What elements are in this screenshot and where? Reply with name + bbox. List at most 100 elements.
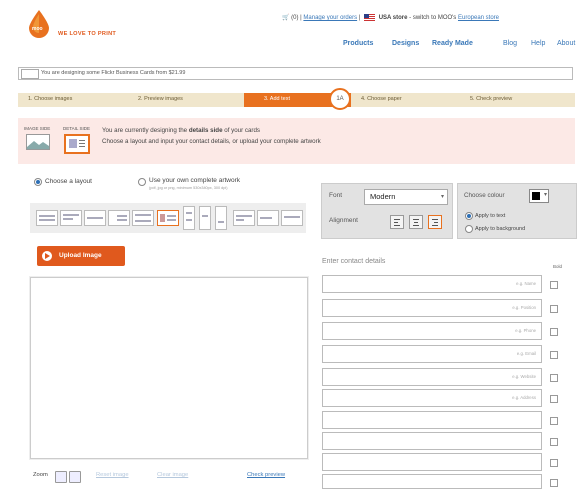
dropdown-arrow-icon: ▾ — [440, 194, 444, 200]
phone-field[interactable]: e.g. Phone — [322, 322, 542, 340]
layout-option-11[interactable] — [257, 210, 279, 226]
layout-option-5[interactable] — [132, 210, 154, 226]
card-preview-area[interactable] — [30, 277, 308, 459]
bold-checkbox[interactable] — [550, 479, 558, 487]
step-badge: 1A — [329, 88, 351, 110]
layout-option-3[interactable] — [84, 210, 106, 226]
step-preview-images[interactable]: 2. Preview images — [138, 96, 183, 102]
usa-flag-icon — [364, 14, 376, 21]
own-artwork-radio[interactable] — [138, 178, 146, 186]
bold-checkbox[interactable] — [550, 328, 558, 336]
bold-checkbox[interactable] — [550, 281, 558, 289]
tagline: WE LOVE TO PRINT — [58, 31, 117, 37]
own-artwork-label[interactable]: Use your own complete artwork — [149, 177, 240, 184]
extra-field-3[interactable] — [322, 453, 542, 471]
switch-text: - switch to MOO's — [409, 15, 457, 22]
separator: | — [358, 15, 361, 22]
extra-field-2[interactable] — [322, 432, 542, 450]
apply-to-text-label[interactable]: Apply to text — [475, 213, 505, 219]
nav-help[interactable]: Help — [531, 40, 545, 47]
european-store-link[interactable]: European store — [458, 15, 499, 21]
check-preview-link[interactable]: Check preview — [247, 472, 285, 478]
nav-ready-made[interactable]: Ready Made — [432, 40, 473, 47]
image-side-thumbnail[interactable] — [26, 134, 50, 150]
step-choose-images[interactable]: 1. Choose images — [28, 96, 72, 102]
contact-details-title: Enter contact details — [322, 258, 386, 265]
image-side-label: IMAGE SIDE — [24, 126, 51, 131]
bold-checkbox[interactable] — [550, 459, 558, 467]
progress-steps: 1. Choose images 2. Preview images 3. Ad… — [18, 93, 575, 107]
separator: | — [300, 15, 302, 22]
apply-to-text-radio[interactable] — [465, 212, 473, 220]
position-field[interactable]: e.g. Position — [322, 299, 542, 317]
layout-option-9[interactable] — [215, 206, 227, 230]
extra-field-1[interactable] — [322, 411, 542, 429]
layout-option-4[interactable] — [108, 210, 130, 226]
bold-checkbox[interactable] — [550, 374, 558, 382]
bold-checkbox[interactable] — [550, 395, 558, 403]
layout-option-7[interactable] — [183, 206, 195, 230]
extra-field-4[interactable] — [322, 474, 542, 489]
name-field[interactable]: e.g. Name — [322, 275, 542, 293]
upload-image-button[interactable]: Upload Image — [37, 246, 125, 266]
phone-field-placeholder: e.g. Phone — [515, 328, 536, 333]
position-field-placeholder: e.g. Position — [512, 305, 536, 310]
zoom-in-icon[interactable] — [55, 471, 67, 483]
bold-checkbox[interactable] — [550, 351, 558, 359]
colour-swatch — [532, 192, 540, 200]
layout-option-6-selected[interactable] — [157, 210, 179, 226]
design-side-info: IMAGE SIDE DETAIL SIDE You are currently… — [18, 118, 575, 164]
reset-image-link[interactable]: Reset image — [96, 472, 129, 478]
step-choose-paper: 4. Choose paper — [361, 96, 402, 102]
nav-blog[interactable]: Blog — [503, 40, 517, 47]
colour-settings-panel: Choose colour ▾ Apply to text Apply to b… — [457, 183, 577, 239]
bold-checkbox[interactable] — [550, 417, 558, 425]
step-add-text-label: 3. Add text — [264, 96, 290, 102]
cart-count[interactable]: (0) — [291, 15, 298, 21]
layout-option-8[interactable] — [199, 206, 211, 230]
bold-checkbox[interactable] — [550, 438, 558, 446]
website-field-placeholder: e.g. Website — [512, 374, 536, 379]
clear-image-link[interactable]: Clear image — [157, 472, 188, 478]
website-field[interactable]: e.g. Website — [322, 368, 542, 386]
colour-swatch-picker[interactable]: ▾ — [529, 189, 549, 203]
landscape-icon — [27, 141, 49, 149]
apply-to-background-radio[interactable] — [465, 225, 473, 233]
own-artwork-requirements: (pdf, jpg or png, minimum 530x340px, 300… — [149, 186, 228, 190]
address-field[interactable]: e.g. Address — [322, 389, 542, 407]
layout-option-1[interactable] — [36, 210, 58, 226]
align-left-icon[interactable] — [390, 215, 404, 229]
bold-checkbox[interactable] — [550, 305, 558, 313]
store-label: USA store — [378, 15, 408, 22]
product-thumbnail — [21, 69, 39, 79]
address-field-placeholder: e.g. Address — [512, 395, 536, 400]
font-select[interactable]: Modern ▾ — [364, 189, 448, 205]
zoom-label: Zoom — [33, 472, 48, 478]
info-line-1-c: of your cards — [224, 127, 261, 134]
layout-option-10[interactable] — [233, 210, 255, 226]
align-right-icon[interactable] — [428, 215, 442, 229]
email-field-placeholder: e.g. Email — [516, 351, 536, 356]
layout-option-12[interactable] — [281, 210, 303, 226]
align-center-icon[interactable] — [409, 215, 423, 229]
layout-option-2[interactable] — [60, 210, 82, 226]
email-field[interactable]: e.g. Email — [322, 345, 542, 363]
manage-orders-link[interactable]: Manage your orders — [303, 15, 357, 21]
nav-products[interactable]: Products — [343, 40, 373, 47]
product-summary-text: You are designing some Flickr Business C… — [41, 70, 186, 76]
detail-side-thumbnail[interactable] — [64, 134, 90, 154]
nav-about[interactable]: About — [557, 40, 575, 47]
nav-designs[interactable]: Designs — [392, 40, 419, 47]
choose-layout-radio[interactable] — [34, 178, 42, 186]
info-line-2: Choose a layout and input your contact d… — [102, 138, 321, 145]
name-field-placeholder: e.g. Name — [516, 281, 536, 286]
alignment-label: Alignment — [329, 217, 358, 224]
font-label: Font — [329, 192, 343, 199]
zoom-out-icon[interactable] — [69, 471, 81, 483]
info-line-1: You are currently designing the details … — [102, 127, 260, 134]
apply-to-background-label[interactable]: Apply to background — [475, 226, 525, 232]
choose-layout-label[interactable]: Choose a layout — [45, 178, 92, 185]
cart-icon[interactable]: 🛒 — [282, 15, 289, 21]
bold-column-label: Bold — [553, 264, 563, 269]
moo-logo-drop[interactable] — [28, 10, 50, 38]
